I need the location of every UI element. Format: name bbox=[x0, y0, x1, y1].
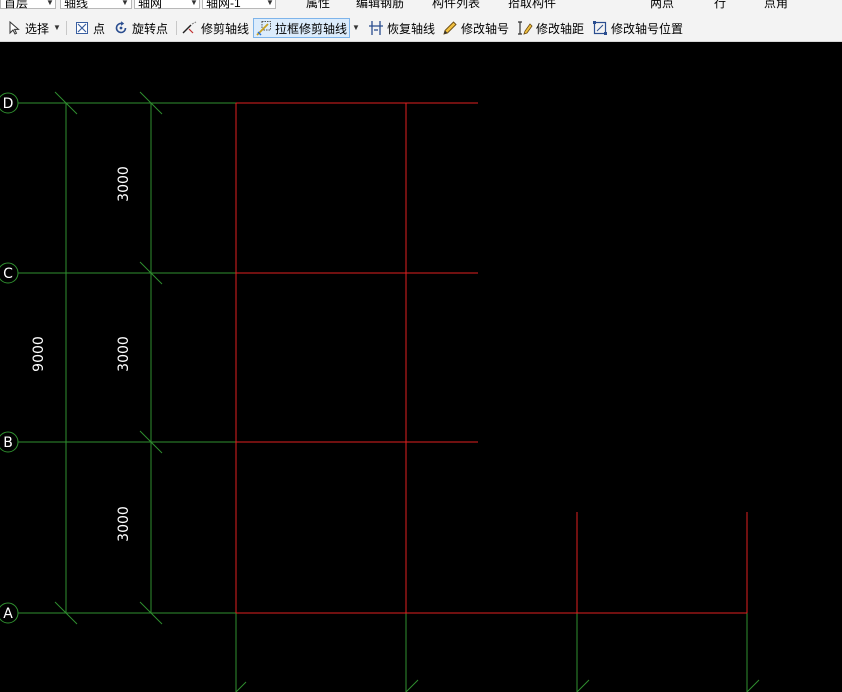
point-button-label: 点 bbox=[93, 21, 106, 36]
modify-axis-number-position-button[interactable]: 修改轴号位置 bbox=[590, 18, 685, 38]
dimension-label-segment: 3000 bbox=[116, 506, 132, 542]
properties-button[interactable]: 属性 bbox=[306, 0, 330, 10]
modify-axis-number-button-label: 修改轴号 bbox=[461, 21, 510, 36]
two-points-button[interactable]: 两点 bbox=[650, 0, 674, 10]
rotate-point-button-label: 旋转点 bbox=[132, 21, 169, 36]
edit-toolbar: 选择 ▼ 点 旋转点 修剪轴线 拉框修剪轴线 ▼ 恢复轴线 修改轴号 修改轴距 … bbox=[0, 14, 842, 42]
dimension-tick bbox=[235, 681, 247, 692]
box-trim-icon bbox=[256, 20, 272, 36]
chevron-down-icon[interactable]: ▼ bbox=[352, 23, 360, 33]
dimension-label-segment: 3000 bbox=[116, 166, 132, 202]
red-axis-lines bbox=[235, 102, 748, 614]
trim-axis-button[interactable]: 修剪轴线 bbox=[180, 18, 251, 38]
dimension-tick bbox=[746, 679, 760, 692]
drawing-canvas[interactable]: D C B A 3000 3000 3000 9000 bbox=[0, 42, 842, 692]
toolbar-divider bbox=[66, 21, 67, 35]
axis-label-C: C bbox=[3, 266, 13, 282]
dimension-tick bbox=[576, 679, 590, 692]
axis-label-B: B bbox=[3, 435, 13, 451]
instance-select-value: 轴网-1 bbox=[206, 0, 241, 10]
spacing-pencil-icon bbox=[517, 20, 533, 36]
subtype-select-value: 轴网 bbox=[138, 0, 163, 10]
dimension-label-total: 9000 bbox=[31, 336, 47, 372]
trim-axis-button-label: 修剪轴线 bbox=[201, 21, 250, 36]
chevron-down-icon[interactable]: ▼ bbox=[46, 0, 54, 7]
rotate-icon bbox=[113, 20, 129, 36]
component-list-button[interactable]: 构件列表 bbox=[432, 0, 480, 10]
point-button[interactable]: 点 bbox=[72, 18, 107, 38]
trim-line-icon bbox=[182, 20, 198, 36]
select-button-label: 选择 bbox=[25, 21, 50, 36]
modify-axis-spacing-button[interactable]: 修改轴距 bbox=[515, 18, 586, 38]
modify-axis-number-position-button-label: 修改轴号位置 bbox=[611, 21, 684, 36]
box-trim-axis-button[interactable]: 拉框修剪轴线 bbox=[253, 18, 351, 38]
position-frame-icon bbox=[592, 20, 608, 36]
axis-label-A: A bbox=[3, 606, 13, 622]
pencil-icon bbox=[442, 20, 458, 36]
point-add-button[interactable]: 点角 bbox=[764, 0, 788, 10]
axis-label-D: D bbox=[3, 96, 14, 112]
pick-component-button[interactable]: 拾取构件 bbox=[508, 0, 556, 10]
top-toolbar: 首层 ▼ 轴线 ▼ 轴网 ▼ 轴网-1 ▼ 属性 编辑钢筋 构件列表 拾取构件 … bbox=[0, 0, 842, 14]
modify-axis-spacing-button-label: 修改轴距 bbox=[536, 21, 585, 36]
parallel-button[interactable]: 行 bbox=[714, 0, 726, 10]
select-button[interactable]: 选择 bbox=[4, 18, 51, 38]
restore-axis-button-label: 恢复轴线 bbox=[387, 21, 436, 36]
toolbar-divider bbox=[176, 21, 177, 35]
dimension-labels: 3000 3000 3000 9000 bbox=[31, 166, 132, 542]
chevron-down-icon[interactable]: ▼ bbox=[266, 0, 274, 7]
floor-select-value: 首层 bbox=[4, 0, 29, 10]
point-box-icon bbox=[74, 20, 90, 36]
modify-axis-number-button[interactable]: 修改轴号 bbox=[440, 18, 511, 38]
restore-axis-icon bbox=[368, 20, 384, 36]
type-select-value: 轴线 bbox=[64, 0, 89, 10]
axis-labels: D C B A bbox=[3, 96, 14, 622]
chevron-down-icon[interactable]: ▼ bbox=[53, 23, 61, 33]
dimension-label-segment: 3000 bbox=[116, 336, 132, 372]
chevron-down-icon[interactable]: ▼ bbox=[190, 0, 198, 7]
cursor-arrow-icon bbox=[6, 20, 22, 36]
rotate-point-button[interactable]: 旋转点 bbox=[111, 18, 170, 38]
chevron-down-icon[interactable]: ▼ bbox=[121, 0, 129, 7]
axis-grid-drawing[interactable]: D C B A 3000 3000 3000 9000 bbox=[0, 42, 842, 692]
box-trim-axis-button-label: 拉框修剪轴线 bbox=[275, 21, 348, 36]
dimension-tick bbox=[405, 679, 419, 692]
green-axis-lines bbox=[0, 91, 760, 692]
edit-rebar-button[interactable]: 编辑钢筋 bbox=[356, 0, 404, 10]
restore-axis-button[interactable]: 恢复轴线 bbox=[366, 18, 437, 38]
